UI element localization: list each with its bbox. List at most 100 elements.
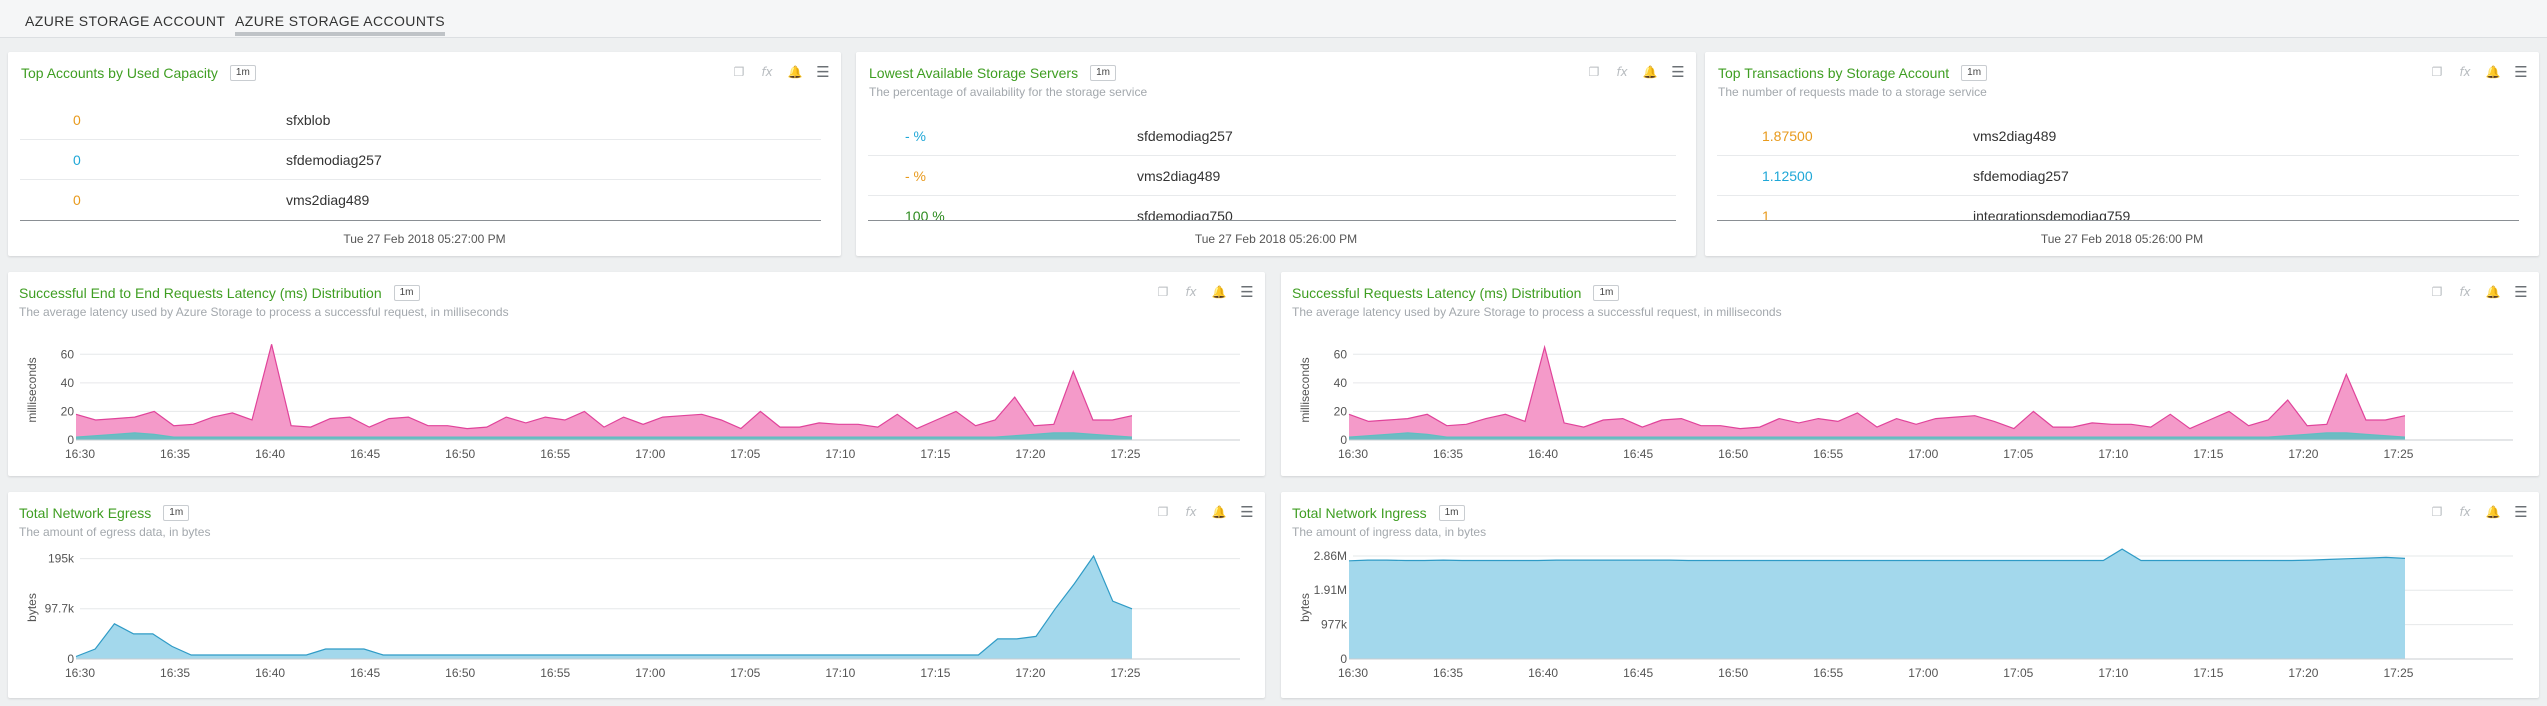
fx-icon[interactable]: fx — [1183, 504, 1199, 520]
y-tick-label: 195k — [48, 552, 75, 566]
list-item[interactable]: 1 integrationsdemodiag759 — [1717, 196, 2519, 220]
fx-icon[interactable]: fx — [1614, 64, 1630, 80]
tab-azure-storage-accounts[interactable]: AZURE STORAGE ACCOUNTS — [235, 10, 446, 36]
list-name: vms2diag489 — [1137, 167, 1221, 184]
list-item[interactable]: - % sfdemodiag257 — [868, 116, 1676, 156]
copy-icon[interactable]: ❐ — [2429, 284, 2445, 300]
bell-icon[interactable]: 🔔 — [787, 64, 803, 80]
fx-icon[interactable]: fx — [759, 64, 775, 80]
list-item[interactable]: 1.87500 vms2diag489 — [1717, 116, 2519, 156]
panel-actions: ❐ fx 🔔 ☰ — [1155, 283, 1255, 301]
panel-actions: ❐ fx 🔔 ☰ — [1155, 503, 1255, 521]
x-tick-label: 16:55 — [1813, 447, 1843, 461]
list-item[interactable]: 100 % sfdemodiag750 — [868, 196, 1676, 220]
y-tick-label: 97.7k — [45, 602, 75, 616]
series-area — [1349, 549, 2405, 659]
y-axis-label: milliseconds — [25, 357, 39, 422]
panel-ingress: Total Network Ingress 1m The amount of i… — [1281, 492, 2539, 698]
y-tick-label: 2.86M — [1314, 549, 1347, 563]
fx-icon[interactable]: fx — [2457, 504, 2473, 520]
series-area — [76, 556, 1132, 659]
x-tick-label: 16:50 — [445, 666, 475, 680]
x-tick-label: 16:35 — [1433, 447, 1463, 461]
menu-icon[interactable]: ☰ — [815, 63, 831, 81]
fx-icon[interactable]: fx — [2457, 284, 2473, 300]
x-tick-label: 16:55 — [1813, 666, 1843, 680]
panel-subtitle: The number of requests made to a storage… — [1718, 85, 1987, 99]
list-name: sfdemodiag257 — [286, 151, 382, 168]
list-item[interactable]: 1.12500 sfdemodiag257 — [1717, 156, 2519, 196]
y-tick-label: 20 — [1334, 404, 1348, 418]
bell-icon[interactable]: 🔔 — [2485, 504, 2501, 520]
timestamp: Tue 27 Feb 2018 05:26:00 PM — [2040, 232, 2204, 246]
servers-list: - % sfdemodiag257 - % vms2diag489 100 % … — [868, 116, 1676, 220]
y-axis-label: milliseconds — [1298, 357, 1312, 422]
y-tick-label: 977k — [1321, 618, 1348, 632]
copy-icon[interactable]: ❐ — [2429, 64, 2445, 80]
list-name: sfdemodiag257 — [1973, 167, 2069, 184]
timestamp: Tue 27 Feb 2018 05:26:00 PM — [1194, 232, 1358, 246]
list-value: - % — [905, 127, 926, 144]
list-value: 1 — [1762, 208, 1770, 220]
x-tick-label: 17:05 — [730, 447, 760, 461]
copy-icon[interactable]: ❐ — [1155, 504, 1171, 520]
panel-title: Top Accounts by Used Capacity — [21, 65, 218, 81]
list-item[interactable]: 0 sfxblob — [20, 100, 821, 140]
list-item[interactable]: - % vms2diag489 — [868, 156, 1676, 196]
x-tick-label: 16:30 — [1338, 447, 1368, 461]
timestamp: Tue 27 Feb 2018 05:27:00 PM — [343, 232, 506, 246]
accounts-list: 0 sfxblob 0 sfdemodiag257 0 vms2diag489 — [20, 100, 821, 220]
copy-icon[interactable]: ❐ — [1586, 64, 1602, 80]
tab-bar: AZURE STORAGE ACCOUNT AZURE STORAGE ACCO… — [0, 0, 2547, 38]
panel-top-accounts: Top Accounts by Used Capacity 1m ❐ fx 🔔 … — [8, 52, 841, 256]
menu-icon[interactable]: ☰ — [2513, 63, 2529, 81]
series-line — [1348, 548, 2406, 562]
list-name: sfxblob — [286, 111, 331, 128]
x-tick-label: 16:35 — [160, 447, 190, 461]
panel-actions: ❐ fx 🔔 ☰ — [1586, 63, 1686, 81]
interval-badge: 1m — [393, 285, 420, 301]
list-value: 0 — [73, 192, 81, 208]
copy-icon[interactable]: ❐ — [2429, 504, 2445, 520]
menu-icon[interactable]: ☰ — [2513, 503, 2529, 521]
bell-icon[interactable]: 🔔 — [1211, 284, 1227, 300]
fx-icon[interactable]: fx — [1183, 284, 1199, 300]
bell-icon[interactable]: 🔔 — [2485, 284, 2501, 300]
x-tick-label: 17:15 — [920, 447, 950, 461]
series-area — [76, 344, 1132, 440]
list-item[interactable]: 0 sfdemodiag257 — [20, 140, 821, 180]
menu-icon[interactable]: ☰ — [1239, 283, 1255, 301]
x-tick-label: 17:20 — [2288, 666, 2318, 680]
series-line — [75, 554, 1133, 658]
tab-azure-storage-account[interactable]: AZURE STORAGE ACCOUNT — [25, 10, 225, 36]
x-tick-label: 17:25 — [1110, 666, 1140, 680]
panel-req-latency: Successful Requests Latency (ms) Distrib… — [1281, 272, 2539, 476]
bell-icon[interactable]: 🔔 — [1642, 64, 1658, 80]
menu-icon[interactable]: ☰ — [2513, 283, 2529, 301]
y-axis-label: bytes — [1298, 593, 1312, 622]
fx-icon[interactable]: fx — [2457, 64, 2473, 80]
list-value: 100 % — [905, 208, 945, 220]
panel-actions: ❐ fx 🔔 ☰ — [2429, 63, 2529, 81]
x-tick-label: 17:00 — [1908, 447, 1938, 461]
list-value: 0 — [73, 111, 81, 128]
list-value: 0 — [73, 151, 81, 168]
copy-icon[interactable]: ❐ — [1155, 284, 1171, 300]
list-item[interactable]: 0 vms2diag489 — [20, 180, 821, 220]
list-name: vms2diag489 — [286, 192, 370, 208]
bell-icon[interactable]: 🔔 — [1211, 504, 1227, 520]
x-tick-label: 17:00 — [635, 666, 665, 680]
x-tick-label: 16:50 — [445, 447, 475, 461]
panel-title: Top Transactions by Storage Account — [1718, 65, 1950, 81]
x-tick-label: 16:35 — [160, 666, 190, 680]
menu-icon[interactable]: ☰ — [1670, 63, 1686, 81]
y-tick-label: 40 — [61, 376, 75, 390]
panel-title: Successful End to End Requests Latency (… — [19, 285, 382, 301]
bell-icon[interactable]: 🔔 — [2485, 64, 2501, 80]
menu-icon[interactable]: ☰ — [1239, 503, 1255, 521]
x-tick-label: 16:45 — [350, 666, 380, 680]
panel-subtitle: The percentage of availability for the s… — [869, 85, 1148, 99]
copy-icon[interactable]: ❐ — [731, 64, 747, 80]
interval-badge: 1m — [1438, 505, 1465, 521]
x-tick-label: 17:15 — [920, 666, 950, 680]
